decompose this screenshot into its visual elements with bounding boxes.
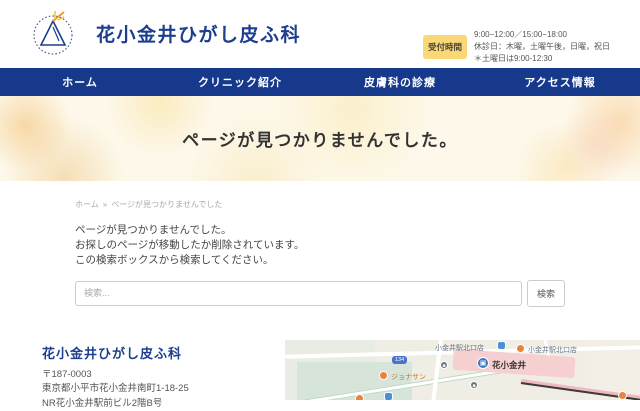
breadcrumb: ホーム » ページが見つかりませんでした — [75, 199, 565, 210]
message-line-1: ページが見つかりませんでした。 — [75, 224, 231, 236]
clinic-logo-icon — [28, 7, 80, 59]
footer-address: 〒187-0003 東京都小平市花小金井南町1-18-25 NR花小金井駅前ビル… — [42, 368, 189, 411]
clinic-name[interactable]: 花小金井ひがし皮ふ科 — [96, 20, 301, 47]
postal-code: 〒187-0003 — [42, 369, 92, 380]
hours-line-1: 9:00−12:00／15:00−18:00 — [474, 30, 567, 39]
main-nav: ホーム クリニック紹介 皮膚科の診療 アクセス情報 — [0, 68, 640, 96]
map-store-label-2: 小金井駅北口店 — [528, 345, 577, 355]
message-line-2: お探しのページが移動したか削除されています。 — [75, 239, 304, 251]
not-found-message: ページが見つかりませんでした。 お探しのページが移動したか削除されています。 こ… — [75, 223, 565, 269]
site-header: 花小金井ひがし皮ふ科 受付時間 9:00−12:00／15:00−18:00 休… — [0, 0, 640, 68]
search-input[interactable] — [75, 281, 522, 306]
clinic-logo[interactable] — [28, 7, 80, 59]
road-number-badge: 134 — [392, 356, 407, 364]
train-station-icon: ▣ — [477, 357, 489, 369]
hours-line-2: 休診日：木曜，土曜午後，日曜，祝日 — [474, 42, 610, 51]
map-marker-blue-bottom-icon — [384, 392, 393, 400]
map-store-marker-blue-icon — [497, 341, 506, 350]
main-content: ホーム » ページが見つかりませんでした ページが見つかりませんでした。 お探しのペ… — [0, 181, 640, 307]
hours-line-3: ＊土曜日は9:00-12:30 — [474, 54, 552, 63]
map-station-label: 花小金井 — [492, 359, 526, 371]
reception-hours: 受付時間 9:00−12:00／15:00−18:00 休診日：木曜，土曜午後，… — [423, 29, 610, 65]
nav-item-clinic-intro[interactable]: クリニック紹介 — [160, 68, 320, 96]
map-store-marker-orange-icon — [516, 344, 525, 353]
nav-item-home[interactable]: ホーム — [0, 68, 160, 96]
search-button[interactable]: 検索 — [527, 280, 565, 307]
breadcrumb-home-link[interactable]: ホーム — [75, 200, 99, 209]
bus-stop-icon-2: ■ — [470, 381, 478, 389]
search-form: 検索 — [75, 280, 565, 307]
footer-clinic-name: 花小金井ひがし皮ふ科 — [42, 343, 189, 362]
map-store-label-1: 小金井駅北口店 — [435, 343, 484, 353]
address-line-1: 東京都小平市花小金井南町1-18-25 — [42, 383, 189, 394]
footer-clinic-info: 花小金井ひがし皮ふ科 〒187-0003 東京都小平市花小金井南町1-18-25… — [42, 343, 189, 411]
page-title: ページが見つかりませんでした。 — [182, 126, 458, 151]
hero-banner: ページが見つかりませんでした。 — [0, 96, 640, 181]
address-line-2: NR花小金井駅前ビル2階B号 — [42, 398, 162, 409]
breadcrumb-separator: » — [103, 200, 107, 209]
nav-item-access[interactable]: アクセス情報 — [480, 68, 640, 96]
hours-badge: 受付時間 — [423, 35, 467, 59]
message-line-3: この検索ボックスから検索してください。 — [75, 254, 274, 266]
bus-stop-icon-1: ■ — [440, 361, 448, 369]
nav-item-dermatology[interactable]: 皮膚科の診療 — [320, 68, 480, 96]
map-marker-orange-right-icon — [618, 391, 627, 400]
restaurant-marker-icon — [379, 371, 388, 380]
map-restaurant-label: ジョナサン — [391, 372, 426, 382]
hours-text: 9:00−12:00／15:00−18:00 休診日：木曜，土曜午後，日曜，祝日… — [474, 29, 610, 65]
access-map[interactable]: 小金井駅北口店 小金井駅北口店 ▣ 花小金井 134 ジョナサン ■ ■ — [285, 340, 640, 400]
breadcrumb-current: ページが見つかりませんでした — [111, 200, 222, 209]
map-marker-orange-bottom-icon — [355, 394, 364, 400]
site-footer: 花小金井ひがし皮ふ科 〒187-0003 東京都小平市花小金井南町1-18-25… — [0, 340, 640, 400]
